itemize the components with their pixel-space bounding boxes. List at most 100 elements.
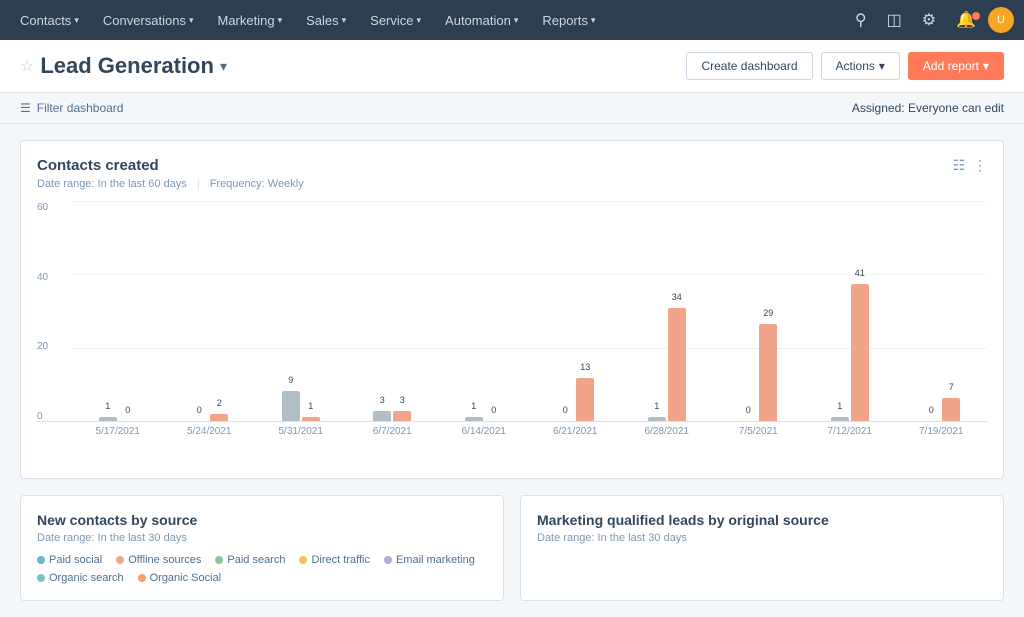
bar-orange[interactable]: 34 (668, 308, 686, 421)
bar-orange[interactable]: 13 (576, 378, 594, 421)
legend-dot (116, 556, 124, 564)
x-label: 6/28/2021 (621, 426, 713, 437)
x-label: 6/21/2021 (530, 426, 622, 437)
bar-group: 07 (896, 398, 988, 421)
main-content: Contacts created Date range: In the last… (0, 124, 1024, 617)
add-report-chevron-icon: ▾ (983, 59, 989, 73)
new-contacts-legend: Paid social Offline sources Paid search Dir… (37, 554, 487, 584)
bar-grey[interactable]: 1 (831, 417, 849, 421)
marketplace-icon[interactable]: ◫ (879, 10, 910, 30)
legend-item: Organic Social (138, 572, 222, 584)
nav-contacts-chevron: ▾ (74, 15, 79, 26)
nav-sales[interactable]: Sales ▾ (296, 0, 356, 40)
bottom-cards-row: New contacts by source Date range: In th… (20, 495, 1004, 601)
legend-item: Direct traffic (299, 554, 369, 566)
nav-reports[interactable]: Reports ▾ (532, 0, 605, 40)
page-header: ☆ Lead Generation ▾ Create dashboard Act… (0, 40, 1024, 93)
chart-title-area: Contacts created Date range: In the last… (37, 157, 304, 202)
x-label: 5/24/2021 (164, 426, 256, 437)
mql-by-source-card: Marketing qualified leads by original so… (520, 495, 1004, 601)
mql-title: Marketing qualified leads by original so… (537, 512, 987, 528)
legend-item: Paid social (37, 554, 102, 566)
nav-service[interactable]: Service ▾ (360, 0, 431, 40)
page-title-wrap: ☆ Lead Generation ▾ (20, 53, 227, 79)
bar-grey[interactable]: 3 (373, 411, 391, 421)
nav-service-chevron: ▾ (417, 15, 422, 26)
legend-item: Organic search (37, 572, 124, 584)
dashboard-toolbar: ☰ Filter dashboard Assigned: Everyone ca… (0, 93, 1024, 124)
main-nav: Contacts ▾ Conversations ▾ Marketing ▾ S… (0, 0, 1024, 40)
bar-grey[interactable]: 1 (465, 417, 483, 421)
bar-grey[interactable]: 1 (99, 417, 117, 421)
bar-orange[interactable]: 41 (851, 284, 869, 421)
page-title: Lead Generation (40, 53, 214, 79)
legend-item: Offline sources (116, 554, 201, 566)
bar-group: 134 (621, 308, 713, 421)
legend-dot (384, 556, 392, 564)
create-dashboard-button[interactable]: Create dashboard (686, 52, 812, 80)
x-axis: 5/17/20215/24/20215/31/20216/7/20216/14/… (37, 426, 987, 437)
legend-dot (299, 556, 307, 564)
x-label: 7/5/2021 (713, 426, 805, 437)
assigned-label: Assigned: Everyone can edit (852, 101, 1004, 115)
nav-automation[interactable]: Automation ▾ (435, 0, 528, 40)
user-avatar[interactable]: U (988, 7, 1014, 33)
mql-meta: Date range: In the last 30 days (537, 532, 987, 544)
nav-conversations[interactable]: Conversations ▾ (93, 0, 204, 40)
chart-filter-icon[interactable]: ☷ (952, 157, 965, 174)
bar-chart-wrap: 0 20 40 60 100291331001313402914107 (37, 202, 987, 462)
legend-dot (37, 574, 45, 582)
bar-group: 141 (804, 284, 896, 421)
chart-actions: ☷ ⋮ (952, 157, 987, 174)
bar-grey[interactable]: 9 (282, 391, 300, 421)
bar-grey[interactable]: 1 (648, 417, 666, 421)
actions-button[interactable]: Actions ▾ (821, 52, 900, 80)
bar-orange[interactable]: 2 (210, 414, 228, 421)
legend-item: Paid search (215, 554, 285, 566)
x-label: 7/19/2021 (896, 426, 988, 437)
new-contacts-by-source-card: New contacts by source Date range: In th… (20, 495, 504, 601)
bar-orange[interactable]: 1 (302, 417, 320, 421)
header-actions: Create dashboard Actions ▾ Add report ▾ (686, 52, 1004, 80)
x-label: 6/7/2021 (347, 426, 439, 437)
contacts-created-chart-card: Contacts created Date range: In the last… (20, 140, 1004, 479)
legend-item: Email marketing (384, 554, 475, 566)
nav-marketing-chevron: ▾ (278, 15, 283, 26)
filter-icon: ☰ (20, 101, 31, 115)
bar-group: 029 (713, 324, 805, 421)
bar-orange[interactable]: 7 (942, 398, 960, 421)
filter-dashboard-button[interactable]: ☰ Filter dashboard (20, 101, 123, 115)
bar-group: 10 (438, 417, 530, 421)
settings-icon[interactable]: ⚙ (914, 10, 944, 30)
x-label: 5/17/2021 (72, 426, 164, 437)
legend-dot (138, 574, 146, 582)
x-label: 7/12/2021 (804, 426, 896, 437)
bar-group: 33 (347, 411, 439, 421)
chart-header: Contacts created Date range: In the last… (37, 157, 987, 202)
bar-chart: 100291331001313402914107 (37, 202, 987, 422)
chart-title: Contacts created (37, 157, 304, 174)
nav-marketing[interactable]: Marketing ▾ (207, 0, 292, 40)
bar-group: 02 (164, 414, 256, 421)
bar-orange[interactable]: 3 (393, 411, 411, 421)
chart-meta: Date range: In the last 60 days | Freque… (37, 178, 304, 190)
add-report-button[interactable]: Add report ▾ (908, 52, 1004, 80)
title-dropdown-icon[interactable]: ▾ (220, 58, 227, 75)
x-label: 6/14/2021 (438, 426, 530, 437)
favorite-icon[interactable]: ☆ (20, 56, 34, 76)
nav-contacts[interactable]: Contacts ▾ (10, 0, 89, 40)
notification-badge (972, 12, 980, 20)
actions-chevron-icon: ▾ (879, 59, 885, 73)
search-icon[interactable]: ⚲ (847, 10, 875, 30)
legend-dot (37, 556, 45, 564)
new-contacts-meta: Date range: In the last 30 days (37, 532, 487, 544)
x-label: 5/31/2021 (255, 426, 347, 437)
new-contacts-title: New contacts by source (37, 512, 487, 528)
bar-orange[interactable]: 29 (759, 324, 777, 421)
nav-sales-chevron: ▾ (342, 15, 347, 26)
bar-group: 10 (72, 417, 164, 421)
nav-automation-chevron: ▾ (514, 15, 519, 26)
legend-dot (215, 556, 223, 564)
notifications-icon[interactable]: 🔔 (948, 10, 984, 30)
chart-more-icon[interactable]: ⋮ (973, 157, 987, 174)
